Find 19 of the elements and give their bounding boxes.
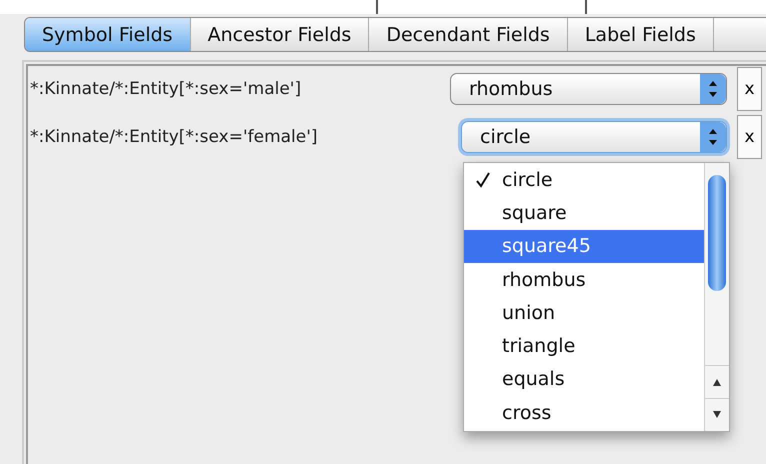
dropdown-item[interactable]: circle [464, 163, 704, 196]
tab[interactable]: Symbol Fields [25, 18, 191, 51]
dropdown-item[interactable]: triangle [464, 329, 704, 363]
dropdown-item[interactable]: union [464, 296, 704, 330]
shape-select[interactable]: rhombus [450, 73, 727, 105]
dropdown-item[interactable]: equals [464, 362, 704, 396]
check-icon [476, 172, 490, 188]
dropdown-item[interactable]: rhombus [464, 262, 704, 296]
remove-button[interactable]: x [737, 67, 762, 111]
scrollbar-thumb[interactable] [708, 175, 726, 291]
dropdown-item[interactable]: square45 [464, 230, 704, 263]
xpath-label: *:Kinnate/*:Entity[*:sex='male'] [29, 79, 302, 99]
xpath-label: *:Kinnate/*:Entity[*:sex='female'] [29, 127, 319, 147]
stepper-icon [700, 122, 726, 152]
stepper-icon [700, 74, 726, 104]
dropdown-item[interactable]: cross [464, 396, 704, 430]
remove-button[interactable]: x [737, 115, 762, 159]
dropdown-item[interactable]: square [464, 196, 704, 230]
shape-select[interactable]: circle [461, 121, 727, 153]
